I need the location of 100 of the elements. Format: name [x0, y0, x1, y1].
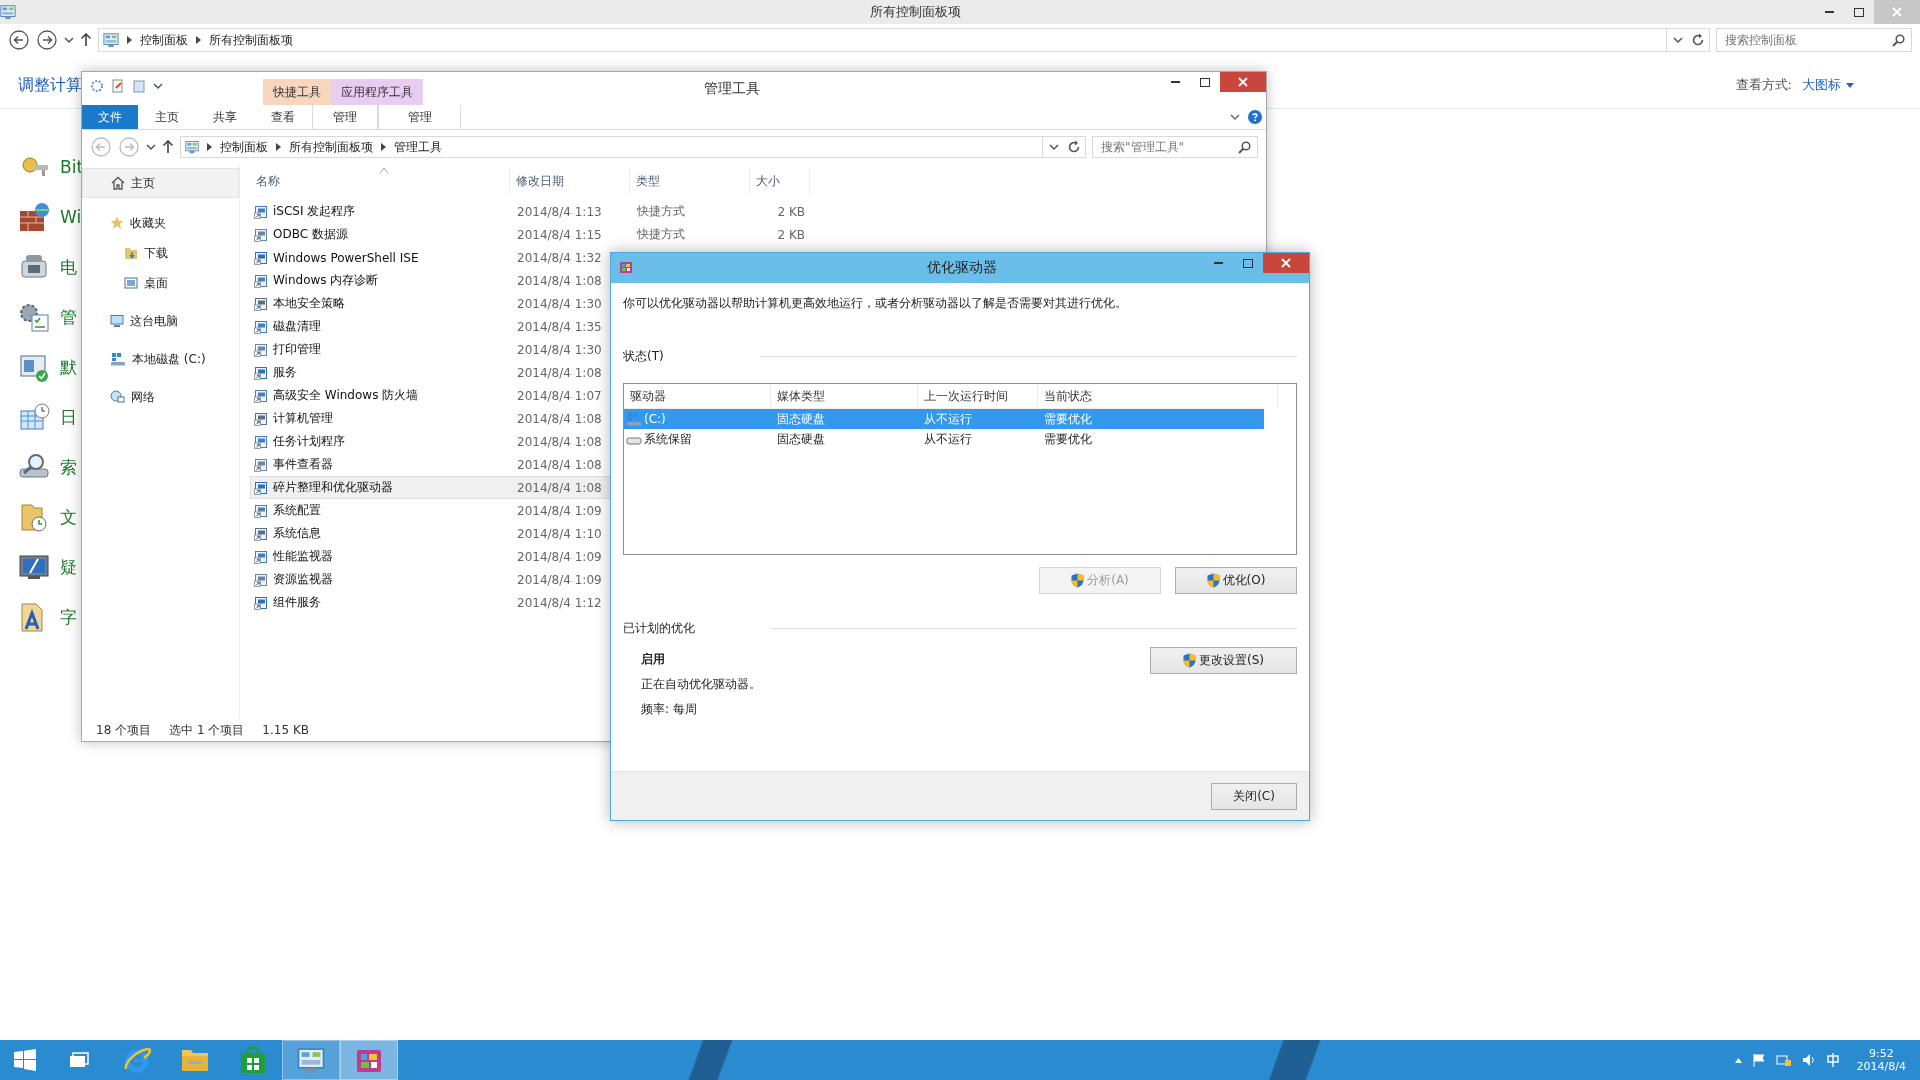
breadcrumb[interactable]: 控制面板: [220, 138, 268, 156]
control-panel-item-icon[interactable]: [18, 201, 50, 233]
breadcrumb[interactable]: 所有控制面板项: [289, 138, 373, 156]
file-row[interactable]: 资源监视器 2014/8/4 1:09: [250, 568, 816, 591]
item-label[interactable]: 电: [60, 255, 77, 279]
item-label[interactable]: 字: [60, 605, 77, 629]
nav-item[interactable]: 这台电脑: [82, 309, 239, 333]
refresh-icon[interactable]: [1067, 140, 1081, 154]
change-settings-button[interactable]: 更改设置(S): [1150, 647, 1297, 674]
item-label[interactable]: 索: [60, 455, 77, 479]
clock[interactable]: 9:52 2014/8/4: [1856, 1047, 1906, 1073]
taskbar-button[interactable]: [282, 1040, 340, 1080]
chevron-icon: [207, 143, 212, 151]
back-button[interactable]: [8, 29, 30, 51]
address-bar[interactable]: 控制面板 所有控制面板项: [98, 28, 1710, 52]
file-row[interactable]: 性能监视器 2014/8/4 1:09: [250, 545, 816, 568]
column-header[interactable]: 媒体类型: [771, 384, 918, 408]
nav-item[interactable]: 下载: [82, 241, 239, 265]
item-label[interactable]: Wi: [60, 207, 82, 227]
file-row[interactable]: 组件服务 2014/8/4 1:12: [250, 591, 816, 614]
search-icon[interactable]: [1238, 140, 1251, 154]
minimize-icon[interactable]: [1170, 81, 1180, 83]
ribbon-tab[interactable]: 共享: [196, 105, 254, 129]
new-file-icon[interactable]: [111, 79, 125, 93]
up-arrow-icon[interactable]: [162, 140, 174, 154]
maximize-icon[interactable]: [1243, 258, 1253, 268]
flag-icon[interactable]: [1751, 1053, 1766, 1067]
nav-item[interactable]: 主页: [82, 168, 239, 198]
file-row[interactable]: ODBC 数据源 2014/8/4 1:15 快捷方式 2 KB: [250, 223, 816, 246]
nav-item[interactable]: 收藏夹: [82, 211, 239, 235]
ribbon-tab[interactable]: 管理: [312, 105, 378, 129]
column-header[interactable]: 修改日期: [510, 168, 630, 194]
file-name: 碎片整理和优化驱动器: [273, 479, 393, 496]
close-icon: [1281, 258, 1291, 268]
file-row[interactable]: Windows 内存诊断 2014/8/4 1:08: [250, 269, 816, 292]
search-icon[interactable]: [1892, 33, 1905, 47]
volume-icon[interactable]: [1801, 1053, 1817, 1067]
search-field[interactable]: 搜索控制面板: [1716, 28, 1912, 52]
file-name: 性能监视器: [273, 548, 333, 565]
column-header[interactable]: 上一次运行时间: [918, 384, 1038, 408]
drive-row[interactable]: 系统保留 固态硬盘 从不运行 需要优化: [624, 429, 1264, 449]
column-header[interactable]: 类型: [630, 168, 750, 194]
file-row[interactable]: 系统配置 2014/8/4 1:09: [250, 499, 816, 522]
column-header[interactable]: 大小: [750, 168, 810, 194]
search-field[interactable]: 搜索"管理工具": [1092, 136, 1258, 158]
file-row[interactable]: 事件查看器 2014/8/4 1:08: [250, 453, 816, 476]
help-icon[interactable]: [1248, 110, 1262, 124]
maximize-icon[interactable]: [1200, 77, 1210, 87]
column-header[interactable]: 当前状态: [1038, 384, 1278, 408]
nav-item[interactable]: 本地磁盘 (C:): [82, 347, 239, 371]
breadcrumb[interactable]: 所有控制面板项: [209, 31, 293, 49]
task-view-icon[interactable]: [69, 1052, 89, 1068]
dropdown-icon[interactable]: [1049, 143, 1059, 151]
ribbon-tab[interactable]: 文件: [82, 105, 138, 129]
file-row[interactable]: iSCSI 发起程序 2014/8/4 1:13 快捷方式 2 KB: [250, 200, 816, 223]
action-button[interactable]: 优化(O): [1175, 567, 1297, 594]
close-button[interactable]: 关闭(C): [1211, 782, 1297, 810]
close-button[interactable]: [1263, 253, 1309, 273]
input-method-icon[interactable]: [1826, 1053, 1839, 1067]
refresh-icon[interactable]: [1691, 33, 1705, 47]
file-row[interactable]: 系统信息 2014/8/4 1:10: [250, 522, 816, 545]
view-dropdown[interactable]: 大图标: [1802, 76, 1854, 94]
dropdown-icon[interactable]: [64, 36, 74, 44]
nav-item[interactable]: 网络: [82, 385, 239, 409]
item-label[interactable]: 文: [60, 505, 77, 529]
dropdown-icon[interactable]: [1673, 36, 1683, 44]
item-label[interactable]: 疑: [60, 555, 77, 579]
maximize-icon[interactable]: [1854, 7, 1864, 17]
breadcrumb[interactable]: 管理工具: [394, 138, 442, 156]
column-header[interactable]: 驱动器: [624, 384, 771, 408]
forward-button[interactable]: [36, 29, 58, 51]
link[interactable]: 调整计算: [18, 74, 82, 96]
ribbon-tab[interactable]: 查看: [254, 105, 312, 129]
ribbon-tab[interactable]: 主页: [138, 105, 196, 129]
item-label[interactable]: 默: [60, 355, 77, 379]
expand-ribbon-icon[interactable]: [1230, 113, 1240, 121]
caret-icon[interactable]: [1734, 1057, 1742, 1063]
item-label[interactable]: 日: [60, 405, 77, 429]
control-panel-item-icon[interactable]: [18, 501, 50, 533]
file-row[interactable]: Windows PowerShell ISE 2014/8/4 1:32: [250, 246, 816, 269]
minimize-icon[interactable]: [1213, 262, 1223, 264]
ribbon-tab[interactable]: 管理: [378, 105, 461, 129]
dropdown-icon[interactable]: [146, 143, 156, 151]
file-date: 2014/8/4 1:09: [516, 503, 602, 518]
dropdown-icon[interactable]: [153, 82, 163, 90]
up-arrow-icon[interactable]: [80, 33, 92, 47]
taskbar-button[interactable]: [340, 1040, 398, 1080]
nav-item[interactable]: 桌面: [82, 271, 239, 295]
breadcrumb[interactable]: 控制面板: [140, 31, 188, 49]
properties-icon[interactable]: [90, 79, 104, 93]
column-header[interactable]: 名称: [250, 168, 510, 194]
file-row[interactable]: 磁盘清理 2014/8/4 1:35: [250, 315, 816, 338]
minimize-icon[interactable]: [1824, 11, 1834, 13]
control-panel-item-icon[interactable]: [18, 301, 50, 333]
chevron-icon: [127, 36, 132, 44]
store-icon[interactable]: [240, 1046, 266, 1074]
address-bar[interactable]: 控制面板 所有控制面板项 管理工具: [180, 136, 1086, 158]
close-button[interactable]: [1220, 72, 1266, 92]
item-label[interactable]: Bit: [60, 157, 84, 177]
item-label[interactable]: 管: [60, 305, 77, 329]
